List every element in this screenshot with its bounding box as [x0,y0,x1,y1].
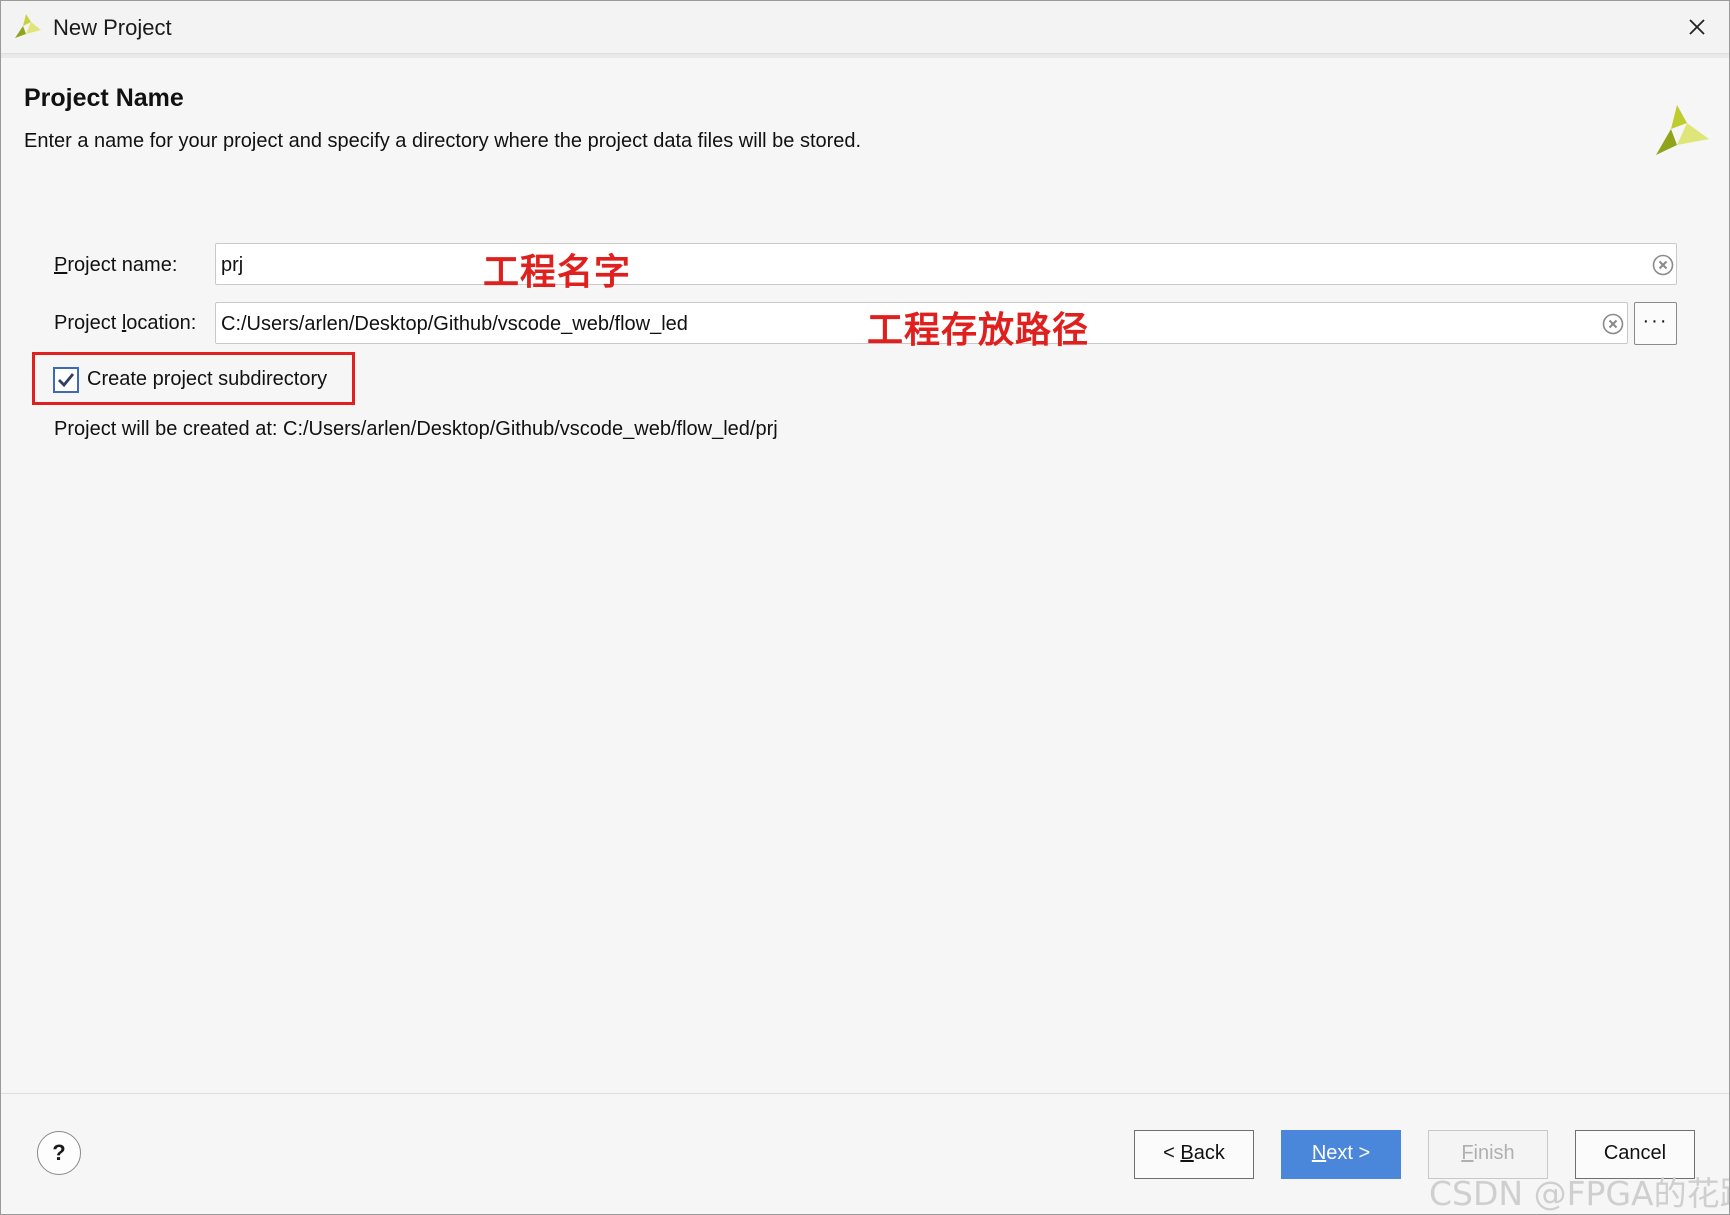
browse-button[interactable]: ··· [1634,302,1677,345]
title-bar: New Project [1,1,1729,54]
help-icon: ? [52,1140,66,1165]
vivado-logo-icon [15,14,41,38]
watermark: CSDN @FPGA的花路 [1429,1174,1730,1213]
window-title: New Project [53,15,172,40]
back-button[interactable]: < Back [1134,1130,1254,1179]
title-separator [1,54,1729,58]
vivado-logo-icon [1656,105,1709,155]
page-description: Enter a name for your project and specif… [24,130,862,152]
page-title: Project Name [24,84,184,112]
project-location-value: C:/Users/arlen/Desktop/Github/vscode_web… [221,313,688,335]
clear-icon[interactable] [1602,313,1624,335]
project-location-annotation: 工程存放路径 [867,309,1090,350]
next-button[interactable]: Next > [1281,1130,1401,1179]
project-name-label: Project name: [54,254,178,276]
help-button[interactable]: ? [37,1131,81,1175]
project-name-value: prj [221,254,244,276]
more-icon: ··· [1642,310,1669,332]
close-icon[interactable] [1679,9,1715,45]
project-name-annotation: 工程名字 [483,251,632,292]
project-location-label: Project location: [54,312,197,334]
project-name-input[interactable]: prj [215,243,1677,285]
created-at-path: Project will be created at: C:/Users/arl… [54,418,778,440]
footer-separator [1,1093,1729,1094]
new-project-dialog: New Project Project Name Enter a name fo… [0,0,1730,1215]
checkmark-icon [58,373,75,388]
clear-icon[interactable] [1652,254,1674,276]
create-subdirectory-checkbox[interactable] [53,367,79,393]
create-subdirectory-label[interactable]: Create project subdirectory [87,368,327,391]
